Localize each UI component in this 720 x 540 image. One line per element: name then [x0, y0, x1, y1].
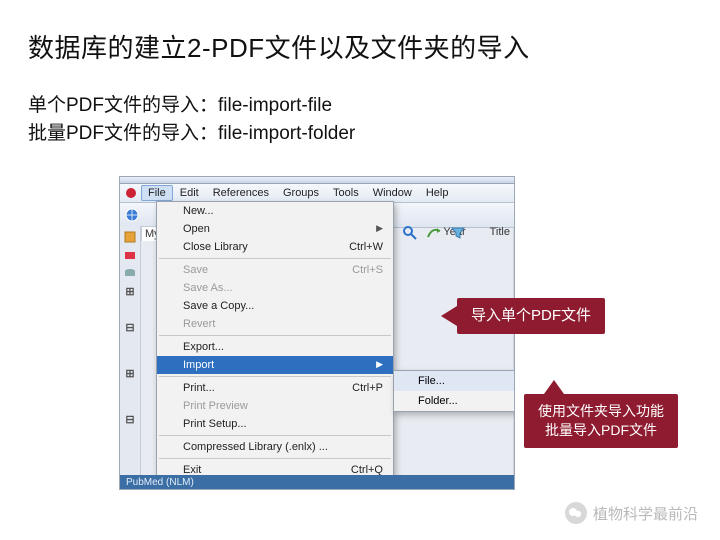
- import-submenu: File... Folder...: [393, 370, 515, 412]
- callout-folder-import: 使用文件夹导入功能 批量导入PDF文件: [524, 394, 678, 448]
- menu-export[interactable]: Export...: [157, 338, 393, 356]
- menu-separator: [159, 435, 391, 436]
- menu-separator: [159, 376, 391, 377]
- wechat-icon: [565, 502, 587, 524]
- slide-title: 数据库的建立2-PDF文件以及文件夹的导入: [28, 28, 530, 65]
- menu-revert: Revert: [157, 315, 393, 333]
- chevron-right-icon: ▶: [376, 359, 383, 371]
- file-menu-dropdown: New... Open▶ Close LibraryCtrl+W SaveCtr…: [156, 201, 394, 480]
- chevron-right-icon: ▶: [376, 223, 383, 235]
- line-1: 单个PDF文件的导入：file-import-file: [28, 92, 355, 120]
- menu-references[interactable]: References: [206, 185, 276, 201]
- menu-tools[interactable]: Tools: [326, 185, 366, 201]
- callout2-line1: 使用文件夹导入功能: [538, 402, 664, 421]
- db-icon[interactable]: [123, 266, 137, 280]
- menu-compressed[interactable]: Compressed Library (.enlx) ...: [157, 438, 393, 456]
- menu-window[interactable]: Window: [366, 185, 419, 201]
- search-icon[interactable]: [402, 225, 418, 241]
- menu-save-copy[interactable]: Save a Copy...: [157, 297, 393, 315]
- menu-print-preview: Print Preview: [157, 397, 393, 415]
- menu-new[interactable]: New...: [157, 202, 393, 220]
- menu-separator: [159, 258, 391, 259]
- status-text: PubMed (NLM): [126, 477, 194, 488]
- menu-open[interactable]: Open▶: [157, 220, 393, 238]
- minus2-icon[interactable]: ⊟: [123, 412, 137, 426]
- menu-separator: [159, 335, 391, 336]
- menu-print[interactable]: Print...Ctrl+P: [157, 379, 393, 397]
- arrow-icon[interactable]: [426, 225, 442, 241]
- folder-icon[interactable]: [123, 248, 137, 262]
- menu-help[interactable]: Help: [419, 185, 456, 201]
- instruction-text: 单个PDF文件的导入：file-import-file 批量PDF文件的导入：f…: [28, 92, 355, 147]
- globe-icon[interactable]: [124, 207, 140, 223]
- submenu-folder[interactable]: Folder...: [394, 391, 514, 411]
- menu-import[interactable]: Import▶: [157, 356, 393, 374]
- callout2-line2: 批量导入PDF文件: [538, 421, 664, 440]
- app-screenshot: File Edit References Groups Tools Window…: [119, 176, 515, 490]
- menu-close-library[interactable]: Close LibraryCtrl+W: [157, 238, 393, 256]
- col-title[interactable]: Title: [490, 226, 510, 238]
- line-2: 批量PDF文件的导入：file-import-folder: [28, 120, 355, 148]
- funnel-icon[interactable]: [450, 225, 466, 241]
- menu-groups[interactable]: Groups: [276, 185, 326, 201]
- plus-icon[interactable]: ⊞: [123, 284, 137, 298]
- window-titlebar: [120, 177, 514, 184]
- submenu-file[interactable]: File...: [394, 371, 514, 391]
- left-sidebar: ⊞ ⊟ ⊞ ⊟: [120, 226, 141, 489]
- minus-icon[interactable]: ⊟: [123, 320, 137, 334]
- menu-file[interactable]: File: [141, 185, 173, 201]
- book-icon[interactable]: [123, 230, 137, 244]
- menu-print-setup[interactable]: Print Setup...: [157, 415, 393, 433]
- watermark: 植物科学最前沿: [565, 502, 698, 524]
- watermark-text: 植物科学最前沿: [593, 503, 698, 524]
- plus2-icon[interactable]: ⊞: [123, 366, 137, 380]
- menu-save-as: Save As...: [157, 279, 393, 297]
- menu-save: SaveCtrl+S: [157, 261, 393, 279]
- status-bar: PubMed (NLM): [120, 475, 514, 489]
- menu-edit[interactable]: Edit: [173, 185, 206, 201]
- menu-separator: [159, 458, 391, 459]
- callout-single-pdf: 导入单个PDF文件: [457, 298, 605, 334]
- app-icon: [124, 186, 138, 200]
